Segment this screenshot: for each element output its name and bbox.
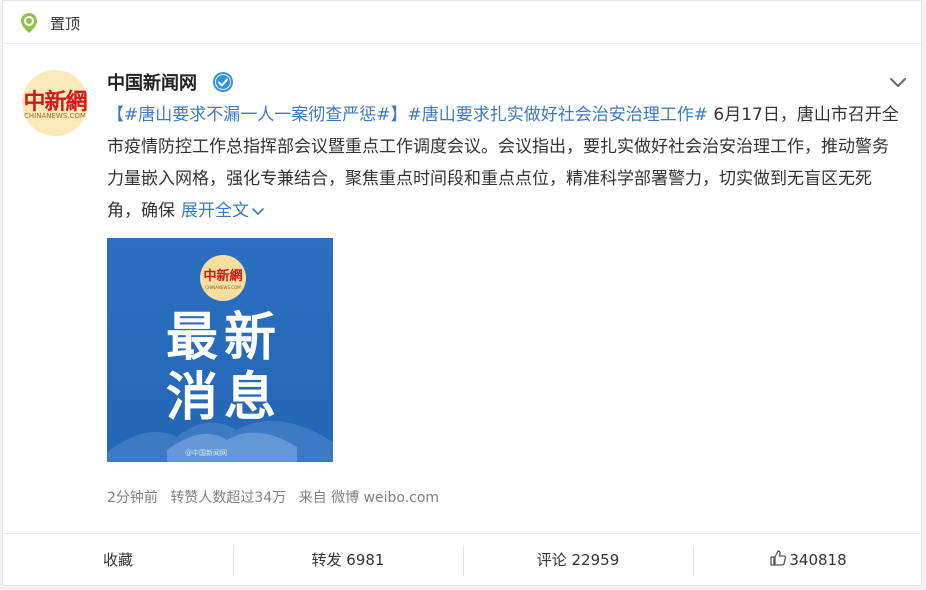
action-bar: 收藏 转发 6981 评论 22959 340818 <box>3 533 921 587</box>
favorite-label: 收藏 <box>102 551 133 569</box>
favorite-button[interactable]: 收藏 <box>3 534 233 587</box>
pin-icon <box>21 13 37 33</box>
avatar[interactable]: 中新網 CHINANEWS.COM <box>22 70 88 136</box>
pinned-label: 置顶 <box>50 15 81 33</box>
image-logo-en: CHINANEWS.COM <box>205 285 241 290</box>
image-headline-line1: 最新 <box>165 308 282 368</box>
hashtag-link[interactable]: #唐山要求扎实做好社会治安治理工作# <box>408 105 709 125</box>
chevron-down-icon <box>252 208 264 215</box>
avatar-logo-en: CHINANEWS.COM <box>24 112 86 120</box>
post-stat: 转赞人数超过34万 <box>170 490 287 506</box>
image-logo: 中新網 CHINANEWS.COM <box>200 255 246 301</box>
like-button[interactable]: 340818 <box>693 534 923 587</box>
comment-label: 评论 22959 <box>536 551 620 569</box>
thumbs-up-icon <box>770 550 787 566</box>
post-time[interactable]: 2分钟前 <box>107 490 158 506</box>
image-watermark: @中国新闻网 <box>185 449 227 457</box>
pinned-bar: 置顶 <box>3 1 921 44</box>
post-text: 【#唐山要求不漏一人一案彻查严惩#】#唐山要求扎实做好社会治安治理工作# 6月1… <box>107 99 903 227</box>
author-name[interactable]: 中国新闻网 <box>107 69 197 95</box>
repost-label: 转发 6981 <box>311 551 385 569</box>
expand-label: 展开全文 <box>181 201 249 221</box>
post-meta: 2分钟前 转赞人数超过34万 来自 微博 weibo.com <box>107 487 447 507</box>
chevron-down-icon[interactable] <box>888 72 908 92</box>
repost-button[interactable]: 转发 6981 <box>233 534 463 587</box>
expand-full-text-link[interactable]: 展开全文 <box>181 201 265 221</box>
post-image[interactable]: 中新網 CHINANEWS.COM 最新 消息 @中国新闻网 <box>107 238 333 462</box>
image-logo-text: 中新網 <box>203 269 243 284</box>
verified-icon <box>213 72 233 92</box>
weibo-post-card: 置顶 中新網 CHINANEWS.COM 中国新闻网 【#唐山要求不漏一人一案彻… <box>2 0 922 586</box>
post-source[interactable]: 来自 微博 weibo.com <box>299 490 439 506</box>
comment-button[interactable]: 评论 22959 <box>463 534 693 587</box>
hashtag-link[interactable]: 【#唐山要求不漏一人一案彻查严惩#】 <box>107 105 408 125</box>
like-count: 340818 <box>789 551 847 569</box>
